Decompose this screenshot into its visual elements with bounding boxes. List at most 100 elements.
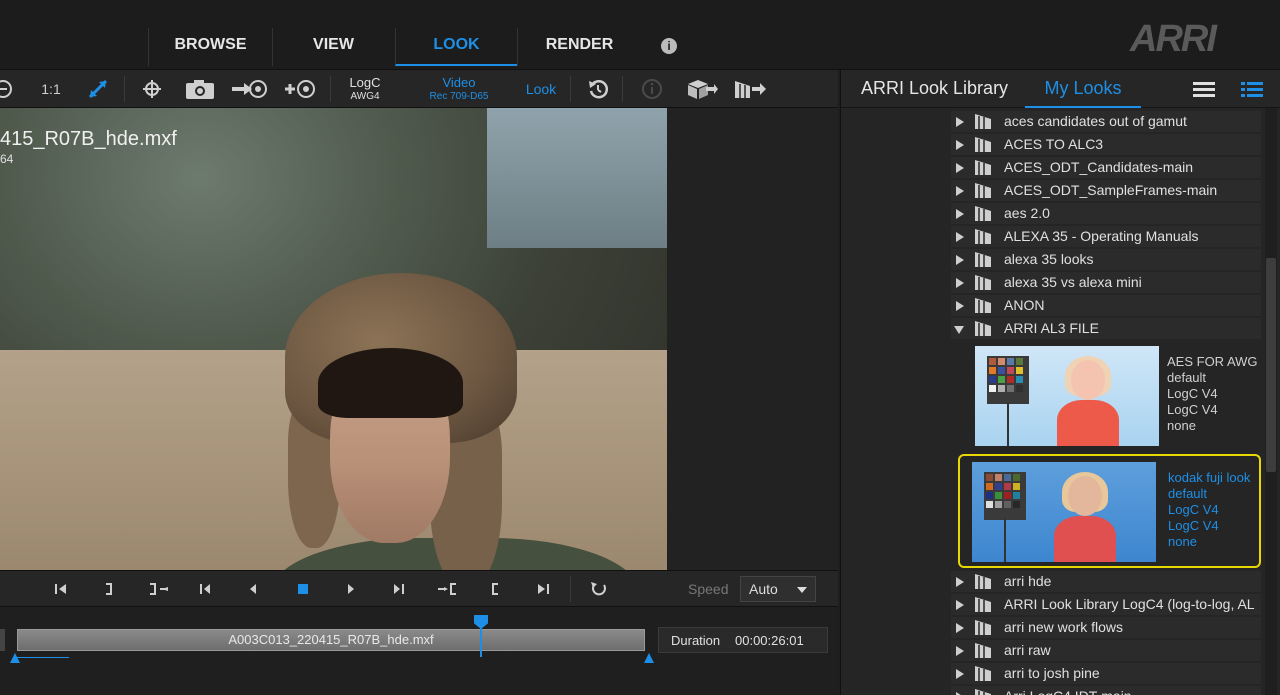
tree-folder[interactable]: arri to josh pine bbox=[841, 662, 1261, 685]
look-folder-icon bbox=[975, 689, 991, 695]
look-export-icon[interactable] bbox=[732, 78, 768, 100]
loop-icon[interactable] bbox=[588, 580, 610, 598]
stop-icon[interactable] bbox=[294, 580, 312, 598]
expand-arrow-icon[interactable] bbox=[956, 186, 964, 196]
zoom-1to1-button[interactable]: 1:1 bbox=[36, 78, 66, 100]
mark-in-icon[interactable] bbox=[100, 580, 118, 598]
tab-render[interactable]: RENDER bbox=[517, 28, 641, 66]
tree-folder[interactable]: arri new work flows bbox=[841, 616, 1261, 639]
look-folder-icon bbox=[975, 620, 991, 635]
video-frame[interactable]: 415_R07B_hde.mxf 64 bbox=[0, 108, 667, 570]
color-chart bbox=[987, 356, 1029, 404]
transport-separator bbox=[570, 576, 571, 602]
expand-arrow-icon[interactable] bbox=[956, 117, 964, 127]
list-view-icon[interactable] bbox=[1241, 80, 1263, 98]
export-frame-icon[interactable] bbox=[230, 78, 268, 100]
look-folder-icon bbox=[975, 183, 991, 198]
expand-arrow-icon[interactable] bbox=[956, 163, 964, 173]
tree-folder[interactable]: alexa 35 looks bbox=[841, 248, 1261, 271]
go-end-icon[interactable] bbox=[534, 580, 552, 598]
expand-arrow-icon[interactable] bbox=[956, 669, 964, 679]
crosshair-icon[interactable] bbox=[140, 78, 164, 100]
look-output: LogC V4 bbox=[1167, 402, 1218, 417]
model-figure bbox=[1053, 356, 1123, 446]
look-extra: none bbox=[1167, 418, 1196, 433]
play-icon[interactable] bbox=[342, 580, 360, 598]
look-toggle-button[interactable]: Look bbox=[520, 78, 562, 100]
goto-out-icon[interactable] bbox=[436, 580, 458, 598]
tree-folder[interactable]: ACES_ODT_SampleFrames-main bbox=[841, 179, 1261, 202]
in-range-line bbox=[14, 657, 69, 658]
go-start-icon[interactable] bbox=[52, 580, 70, 598]
expand-arrow-icon[interactable] bbox=[956, 278, 964, 288]
tree-folder[interactable]: ARRI Look Library LogC4 (log-to-log, AL bbox=[841, 593, 1261, 616]
tree-folder-expanded[interactable]: ARRI AL3 FILE bbox=[841, 317, 1261, 340]
input-colorspace[interactable]: LogC AWG4 bbox=[342, 76, 388, 103]
look-input: LogC V4 bbox=[1168, 502, 1219, 517]
tree-folder[interactable]: aces candidates out of gamut bbox=[841, 110, 1261, 133]
disabled-info-icon[interactable] bbox=[640, 78, 664, 100]
tree-folder[interactable]: ACES TO ALC3 bbox=[841, 133, 1261, 156]
library-tabs: ARRI Look Library My Looks bbox=[841, 70, 1280, 108]
fit-icon[interactable] bbox=[86, 78, 110, 100]
zoom-out-icon[interactable] bbox=[0, 78, 14, 100]
look-card-selected[interactable]: kodak fuji look default LogC V4 LogC V4 … bbox=[958, 454, 1261, 568]
tree-folder[interactable]: aes 2.0 bbox=[841, 202, 1261, 225]
add-frame-icon[interactable] bbox=[282, 78, 316, 100]
output-colorspace[interactable]: Video Rec 709-D65 bbox=[420, 76, 498, 103]
clip-info-overlay: 64 bbox=[0, 152, 14, 166]
tree-folder-label: aes 2.0 bbox=[1004, 205, 1050, 221]
speed-label: Speed bbox=[688, 581, 729, 597]
playhead-handle[interactable] bbox=[474, 615, 488, 629]
in-point-handle[interactable] bbox=[10, 653, 20, 663]
expand-arrow-icon[interactable] bbox=[956, 600, 964, 610]
out-point-handle[interactable] bbox=[644, 653, 654, 663]
camera-icon[interactable] bbox=[184, 78, 216, 100]
step-back-icon[interactable] bbox=[196, 580, 214, 598]
scrollbar-thumb[interactable] bbox=[1266, 258, 1276, 472]
look-thumbnail bbox=[975, 346, 1159, 446]
mark-out-icon[interactable] bbox=[486, 580, 504, 598]
menu-icon[interactable] bbox=[1193, 80, 1215, 98]
speed-select[interactable]: Auto bbox=[740, 576, 816, 602]
tab-view[interactable]: VIEW bbox=[272, 28, 394, 66]
tree-folder[interactable]: Arri LogC4 IDT-main bbox=[841, 685, 1261, 695]
tab-arri-look-library[interactable]: ARRI Look Library bbox=[861, 78, 1008, 108]
expand-arrow-icon[interactable] bbox=[956, 623, 964, 633]
expand-arrow-icon[interactable] bbox=[956, 140, 964, 150]
expand-arrow-icon[interactable] bbox=[956, 301, 964, 311]
look-folder-icon bbox=[975, 574, 991, 589]
look-card[interactable]: AES FOR AWG default LogC V4 LogC V4 none bbox=[971, 342, 1261, 448]
timeline-clip-bar[interactable]: A003C013_220415_R07B_hde.mxf bbox=[17, 629, 645, 651]
look-tree: aces candidates out of gamut ACES TO ALC… bbox=[841, 108, 1261, 695]
goto-in-icon[interactable] bbox=[148, 580, 170, 598]
expand-arrow-icon[interactable] bbox=[956, 255, 964, 265]
tree-folder[interactable]: ANON bbox=[841, 294, 1261, 317]
tree-folder[interactable]: ALEXA 35 - Operating Manuals bbox=[841, 225, 1261, 248]
collapse-arrow-icon[interactable] bbox=[954, 326, 964, 334]
expand-arrow-icon[interactable] bbox=[956, 232, 964, 242]
expand-arrow-icon[interactable] bbox=[956, 577, 964, 587]
timeline-left-edge bbox=[0, 629, 5, 651]
chevron-down-icon bbox=[797, 587, 807, 593]
expand-arrow-icon[interactable] bbox=[956, 646, 964, 656]
step-forward-icon[interactable] bbox=[390, 580, 408, 598]
tree-folder-label: ARRI Look Library LogC4 (log-to-log, AL bbox=[1004, 596, 1255, 612]
input-colorspace-gamut: AWG4 bbox=[350, 91, 380, 102]
tree-folder[interactable]: arri hde bbox=[841, 570, 1261, 593]
tab-look[interactable]: LOOK bbox=[395, 28, 517, 66]
play-reverse-icon[interactable] bbox=[244, 580, 262, 598]
cube-export-icon[interactable] bbox=[684, 78, 718, 100]
image-viewer[interactable]: 415_R07B_hde.mxf 64 bbox=[0, 108, 838, 570]
tree-scrollbar[interactable] bbox=[1265, 108, 1277, 695]
expand-arrow-icon[interactable] bbox=[956, 209, 964, 219]
row-background bbox=[951, 249, 1261, 270]
chart-stand bbox=[1007, 402, 1009, 446]
tree-folder[interactable]: ACES_ODT_Candidates-main bbox=[841, 156, 1261, 179]
info-icon[interactable]: i bbox=[661, 38, 677, 54]
reset-icon[interactable] bbox=[586, 78, 610, 100]
tree-folder[interactable]: arri raw bbox=[841, 639, 1261, 662]
tree-folder[interactable]: alexa 35 vs alexa mini bbox=[841, 271, 1261, 294]
tab-my-looks[interactable]: My Looks bbox=[1025, 78, 1141, 108]
tab-browse[interactable]: BROWSE bbox=[148, 28, 272, 66]
